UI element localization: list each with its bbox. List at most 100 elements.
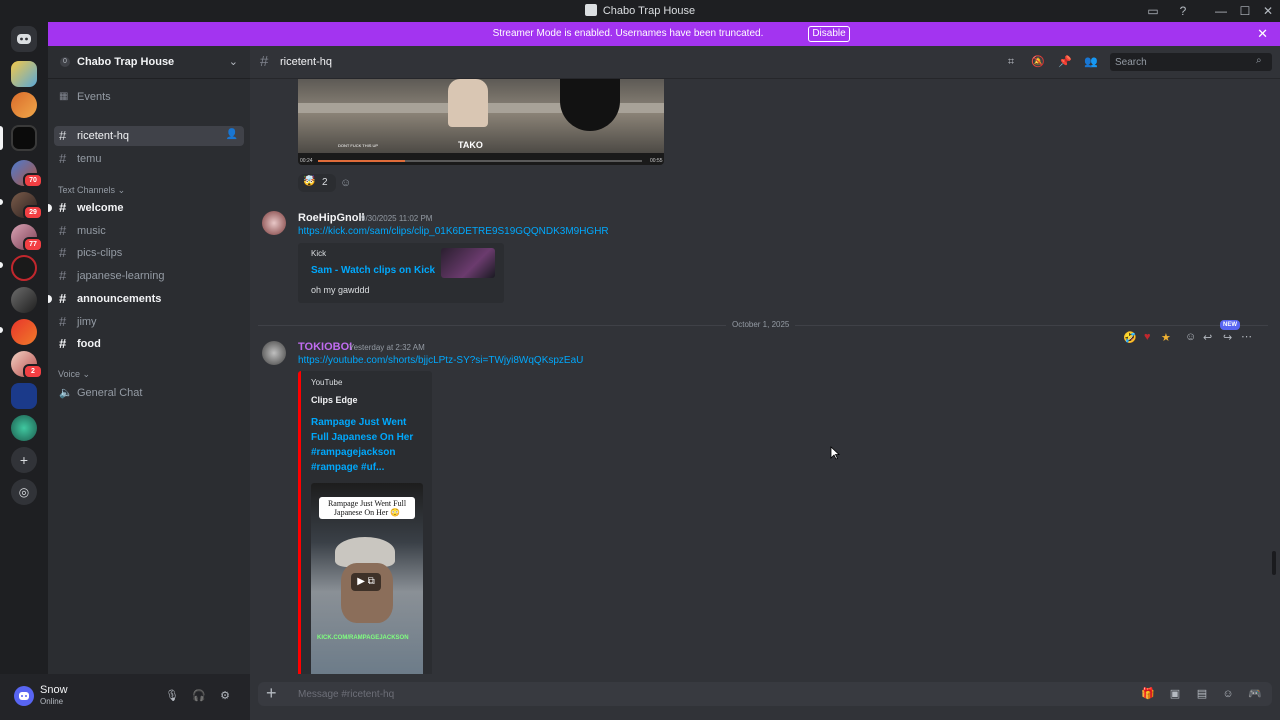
sticker-icon[interactable]: ▤ bbox=[1195, 687, 1209, 701]
hash-icon: # bbox=[59, 200, 67, 215]
reaction-count: 2 bbox=[322, 177, 328, 188]
embed-thumbnail[interactable] bbox=[441, 248, 495, 278]
direct-messages-button[interactable] bbox=[11, 26, 37, 52]
video-progress-track[interactable] bbox=[318, 160, 642, 162]
reply-icon[interactable]: ↩ bbox=[1203, 331, 1212, 344]
chat-header: # ricetent-hq ⌗ 🔕 📌 👥 ⌕ bbox=[250, 46, 1280, 79]
more-options-icon[interactable]: ⋯ bbox=[1241, 330, 1252, 343]
microphone-icon[interactable]: 🎙 bbox=[164, 688, 180, 704]
username[interactable]: Snow bbox=[40, 684, 68, 696]
add-reaction-icon[interactable]: ☺ bbox=[1185, 331, 1196, 343]
message-author[interactable]: RoeHipGnoll bbox=[298, 212, 365, 224]
channel-ricetent-hq[interactable]: # ricetent-hq 👤 bbox=[54, 126, 244, 146]
window-title: Chabo Trap House bbox=[0, 4, 1280, 17]
embed-title-link[interactable]: Rampage Just Went Full Japanese On Her #… bbox=[311, 415, 431, 475]
avatar[interactable] bbox=[14, 686, 34, 706]
star-reaction-icon[interactable]: ★ bbox=[1161, 331, 1171, 344]
disable-streamer-button[interactable]: Disable bbox=[808, 26, 850, 42]
maximize-button[interactable]: ☐ bbox=[1236, 2, 1254, 20]
events-item[interactable]: ▦ Events bbox=[54, 87, 244, 107]
server-icon-7[interactable] bbox=[11, 255, 37, 281]
message-input[interactable] bbox=[298, 686, 1098, 702]
minimize-button[interactable]: — bbox=[1212, 2, 1230, 20]
upload-plus-icon[interactable]: + bbox=[266, 683, 277, 704]
embed-title-line: #rampagejackson bbox=[311, 447, 396, 458]
channel-pics-clips[interactable]: # pics-clips bbox=[54, 243, 244, 263]
mention-badge: 29 bbox=[23, 205, 43, 220]
embed-title-link[interactable]: Sam - Watch clips on Kick bbox=[311, 265, 435, 276]
message-link[interactable]: https://youtube.com/shorts/bjjcLPtz-SY?s… bbox=[298, 355, 583, 366]
heart-reaction-icon[interactable]: ♥ bbox=[1144, 331, 1151, 343]
embed-description: oh my gawddd bbox=[311, 285, 370, 295]
mention-badge: 77 bbox=[23, 237, 43, 252]
server-icon-11[interactable] bbox=[11, 383, 37, 409]
reaction-chip[interactable]: 🤯 2 bbox=[298, 174, 336, 192]
headphones-icon[interactable]: 🎧 bbox=[191, 688, 207, 704]
hash-icon: # bbox=[260, 53, 269, 70]
window-titlebar: Chabo Trap House ▭ ? — ☐ ✕ bbox=[0, 0, 1280, 22]
play-icon[interactable]: ▶ ⧉ bbox=[351, 573, 381, 591]
category-text-channels[interactable]: Text Channels ⌄ bbox=[58, 185, 125, 196]
banner-text: Streamer Mode is enabled. Usernames have… bbox=[492, 28, 764, 39]
channel-food[interactable]: # food bbox=[54, 334, 244, 354]
discover-icon[interactable]: ◎ bbox=[11, 479, 37, 505]
emoji-picker-icon[interactable]: ☺ bbox=[1221, 687, 1235, 701]
video-player[interactable]: DONT FUCK THIS UP TAKO 00:24 00:55 bbox=[298, 79, 664, 165]
activities-icon[interactable]: 🎮 bbox=[1248, 687, 1262, 701]
voice-channel-general-chat[interactable]: 🔈 General Chat bbox=[54, 383, 244, 403]
forward-icon[interactable]: ↪ bbox=[1223, 331, 1232, 344]
server-header[interactable]: 0 Chabo Trap House ⌄ bbox=[48, 46, 250, 79]
category-voice[interactable]: Voice ⌄ bbox=[58, 369, 90, 380]
discord-home-icon bbox=[17, 34, 31, 44]
add-reaction-icon[interactable]: ☺ bbox=[340, 177, 351, 189]
thumbnail-footer: KICK.COM/RAMPAGEJACKSON bbox=[317, 635, 409, 641]
channel-music[interactable]: # music bbox=[54, 221, 244, 241]
hash-icon: # bbox=[59, 314, 67, 329]
gift-icon[interactable]: 🎁 bbox=[1141, 687, 1155, 701]
server-icon-1[interactable] bbox=[11, 61, 37, 87]
member-list-icon[interactable]: 👥 bbox=[1084, 55, 1098, 69]
server-icon-8[interactable] bbox=[11, 287, 37, 313]
unread-indicator bbox=[48, 295, 52, 303]
avatar[interactable] bbox=[262, 341, 286, 365]
add-member-icon[interactable]: 👤 bbox=[226, 129, 238, 140]
server-icon-2[interactable] bbox=[11, 92, 37, 118]
message-link[interactable]: https://kick.com/sam/clips/clip_01K6DETR… bbox=[298, 226, 609, 237]
server-icon-12[interactable] bbox=[11, 415, 37, 441]
pin-icon[interactable]: 📌 bbox=[1058, 55, 1072, 69]
settings-gear-icon[interactable]: ⚙ bbox=[217, 688, 233, 704]
emoji-reaction-icon[interactable]: 🤣 bbox=[1123, 331, 1137, 344]
channel-jimy[interactable]: # jimy bbox=[54, 312, 244, 332]
server-name: Chabo Trap House bbox=[77, 56, 175, 68]
channel-temu[interactable]: # temu bbox=[54, 149, 244, 169]
channel-announcements[interactable]: # announcements bbox=[54, 289, 244, 309]
notification-bell-icon[interactable]: 🔕 bbox=[1031, 55, 1045, 69]
hash-icon: # bbox=[59, 291, 67, 306]
server-icon-chabo[interactable] bbox=[11, 125, 37, 151]
avatar[interactable] bbox=[262, 211, 286, 235]
gif-icon[interactable]: ▣ bbox=[1168, 687, 1182, 701]
search-input[interactable] bbox=[1110, 53, 1272, 71]
server-icon-9[interactable] bbox=[11, 319, 37, 345]
help-icon[interactable]: ? bbox=[1174, 2, 1192, 20]
add-server-icon[interactable]: + bbox=[11, 447, 37, 473]
message-timestamp: Yesterday at 2:32 AM bbox=[349, 343, 425, 352]
close-banner-icon[interactable]: ✕ bbox=[1257, 26, 1268, 42]
thumbnail-face bbox=[341, 563, 393, 623]
scrollbar-thumb[interactable] bbox=[1272, 551, 1276, 575]
events-label: Events bbox=[77, 91, 111, 103]
message-composer: + 🎁 ▣ ▤ ☺ 🎮 bbox=[250, 674, 1280, 720]
channel-welcome[interactable]: # welcome bbox=[54, 198, 244, 218]
threads-icon[interactable]: ⌗ bbox=[1004, 55, 1018, 69]
unread-indicator bbox=[0, 262, 3, 268]
server-list: 70 29 77 2 + ◎ bbox=[0, 22, 48, 720]
screen-share-icon[interactable]: ▭ bbox=[1144, 2, 1162, 20]
video-thumbnail[interactable]: Rampage Just Went Full Japanese On Her 😳… bbox=[311, 483, 423, 674]
embed-author[interactable]: Clips Edge bbox=[311, 395, 358, 405]
chevron-down-icon: ⌄ bbox=[228, 56, 238, 68]
category-label: Text Channels bbox=[58, 185, 116, 195]
channel-japanese-learning[interactable]: # japanese-learning bbox=[54, 266, 244, 286]
message-author[interactable]: TOKIOBOI bbox=[298, 341, 352, 353]
close-window-button[interactable]: ✕ bbox=[1259, 2, 1277, 20]
link-embed: Kick Sam - Watch clips on Kick oh my gaw… bbox=[298, 243, 504, 303]
